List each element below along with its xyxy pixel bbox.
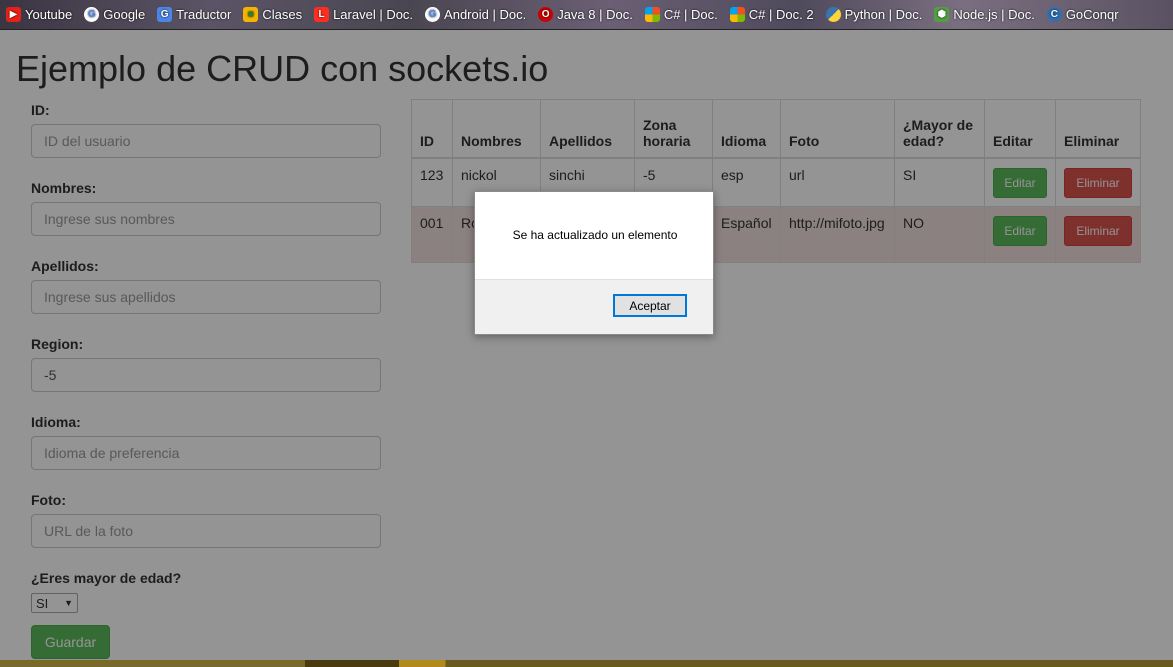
youtube-icon: ▶ — [6, 7, 21, 22]
accept-button[interactable]: Aceptar — [613, 294, 687, 317]
translate-icon: G — [157, 7, 173, 22]
bookmark-laravel[interactable]: L Laravel | Doc. — [314, 7, 413, 22]
python-icon — [825, 7, 841, 22]
dialog-message: Se ha actualizado un elemento — [512, 228, 678, 242]
google-icon: G — [425, 7, 441, 22]
bookmark-google[interactable]: G Google — [84, 7, 145, 22]
bookmark-traductor[interactable]: G Traductor — [157, 7, 231, 22]
bookmark-csharp[interactable]: C# | Doc. — [644, 7, 718, 22]
goconqr-icon: C — [1046, 7, 1062, 22]
dialog-footer: Aceptar — [475, 279, 713, 334]
bookmark-android[interactable]: G Android | Doc. — [425, 7, 526, 22]
classroom-icon: ■ — [243, 7, 259, 22]
bookmarks-bar: ▶ Youtube G Google G Traductor ■ Clases L Lar… — [0, 0, 1173, 30]
taskbar-strip — [0, 660, 1173, 667]
bookmark-goconqr[interactable]: C GoConqr — [1046, 7, 1119, 22]
google-icon: G — [84, 7, 100, 22]
bookmark-java[interactable]: O Java 8 | Doc. — [538, 7, 633, 22]
bookmark-youtube[interactable]: ▶ Youtube — [6, 7, 72, 22]
bookmark-python[interactable]: Python | Doc. — [825, 7, 922, 22]
bookmark-nodejs[interactable]: ⬢ Node.js | Doc. — [934, 7, 1035, 22]
microsoft-icon — [644, 7, 660, 22]
laravel-icon: L — [314, 7, 330, 22]
bookmark-csharp-2[interactable]: C# | Doc. 2 — [729, 7, 814, 22]
bookmark-clases[interactable]: ■ Clases — [243, 7, 302, 22]
oracle-icon: O — [538, 7, 554, 22]
modal-overlay — [0, 30, 1173, 660]
microsoft-icon — [729, 7, 745, 22]
alert-dialog: Se ha actualizado un elemento Aceptar — [474, 191, 714, 335]
nodejs-icon: ⬢ — [934, 7, 950, 22]
